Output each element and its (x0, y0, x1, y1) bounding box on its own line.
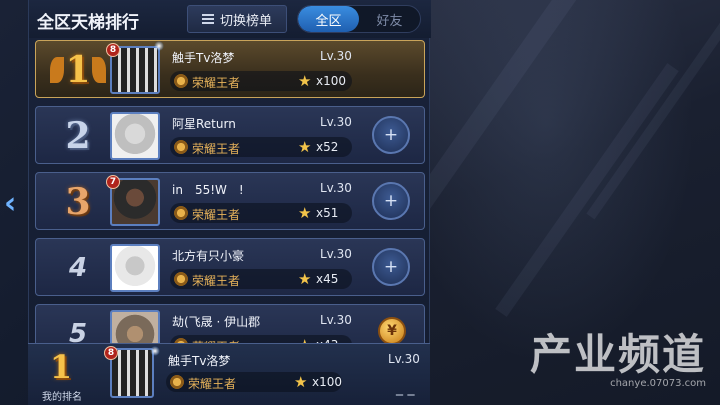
my-rank-number: 1 (49, 348, 73, 386)
my-extra-value: _ _ (396, 380, 415, 396)
player-level: Lv.30 (320, 313, 352, 327)
rank-badge: 3 (50, 179, 106, 225)
my-rank-bar: 1 我的排名 8 触手Tv洛梦 Lv.30 荣耀王者 ★ x100 _ _ (28, 343, 430, 405)
player-name: 劫(飞晟 · 伊山郡 (172, 315, 261, 329)
my-tier-box: 荣耀王者 ★ x100 (166, 372, 342, 392)
player-name: 触手Tv洛梦 (172, 51, 235, 65)
rank-badge: 1 (50, 47, 106, 93)
watermark: 产业频道 chanye.07073.com (530, 321, 706, 389)
tab-all-region[interactable]: 全区 (298, 6, 359, 32)
star-icon: ★ (298, 72, 312, 90)
king-tier-icon (170, 375, 184, 389)
star-count: x100 (316, 74, 347, 88)
panel-header: 全区天梯排行 切换榜单 全区 好友 (29, 0, 431, 38)
my-star-count: x100 (312, 375, 343, 389)
player-level: Lv.30 (320, 181, 352, 195)
king-tier-icon (174, 74, 188, 88)
my-player-name: 触手Tv洛梦 (168, 354, 231, 368)
star-count: x52 (316, 140, 339, 154)
my-rank-label: 我的排名 (42, 392, 82, 403)
player-name: 阿星Return (172, 117, 236, 131)
watermark-text: 产业频道 (529, 330, 706, 379)
star-count: x51 (316, 206, 339, 220)
tier-label: 荣耀王者 (192, 208, 241, 222)
player-level: Lv.30 (320, 49, 352, 63)
ranking-row[interactable]: 4 北方有只小豪 Lv.30 荣耀王者 ★ x45 + (35, 238, 425, 296)
rank-badge: 4 (50, 245, 106, 291)
tier-label: 荣耀王者 (192, 274, 241, 288)
switch-list-label: 切换榜单 (219, 13, 272, 29)
switch-list-button[interactable]: 切换榜单 (187, 5, 287, 33)
star-count: x45 (316, 272, 339, 286)
add-friend-icon[interactable]: + (372, 182, 410, 220)
tier-box: 荣耀王者 ★ x45 (170, 269, 352, 289)
star-icon: ★ (298, 204, 312, 222)
ranking-row[interactable]: 1 8 触手Tv洛梦 Lv.30 荣耀王者 ★ x100 (35, 40, 425, 98)
add-friend-icon[interactable]: + (372, 116, 410, 154)
ranking-row[interactable]: 3 7 in 55!W ! Lv.30 荣耀王者 ★ x51 + (35, 172, 425, 230)
gold-coin-icon[interactable]: ¥ (378, 317, 406, 345)
rank-number: 2 (65, 115, 91, 157)
avatar[interactable] (110, 244, 160, 292)
star-icon: ★ (294, 373, 308, 391)
my-player-level: Lv.30 (388, 352, 420, 366)
sparkle-effect (154, 41, 164, 51)
king-tier-icon (174, 272, 188, 286)
my-level-badge: 8 (104, 346, 118, 360)
player-name: 北方有只小豪 (172, 249, 245, 263)
page-title: 全区天梯排行 (37, 13, 139, 33)
tier-box: 荣耀王者 ★ x100 (170, 71, 352, 91)
player-level: Lv.30 (320, 115, 352, 129)
tier-box: 荣耀王者 ★ x51 (170, 203, 352, 223)
king-tier-icon (174, 206, 188, 220)
tier-label: 荣耀王者 (192, 76, 241, 90)
tier-label: 荣耀王者 (192, 142, 241, 156)
level-badge: 7 (106, 175, 120, 189)
rank-number: 3 (65, 181, 91, 223)
avatar[interactable] (110, 112, 160, 160)
rank-badge: 2 (50, 113, 106, 159)
list-icon (201, 14, 214, 24)
player-name: in 55!W ! (172, 183, 244, 197)
my-tier-label: 荣耀王者 (188, 377, 237, 391)
sparkle-effect (150, 346, 160, 356)
tier-box: 荣耀王者 ★ x52 (170, 137, 352, 157)
player-level: Lv.30 (320, 247, 352, 261)
ranking-row[interactable]: 2 阿星Return Lv.30 荣耀王者 ★ x52 + (35, 106, 425, 164)
rank-number: 4 (68, 253, 88, 283)
king-tier-icon (174, 140, 188, 154)
rank-number: 1 (65, 49, 91, 91)
add-friend-icon[interactable]: + (372, 248, 410, 286)
level-badge: 8 (106, 43, 120, 57)
star-icon: ★ (298, 270, 312, 288)
scope-toggle: 全区 好友 (297, 5, 421, 33)
tab-friends[interactable]: 好友 (359, 6, 420, 32)
star-icon: ★ (298, 138, 312, 156)
chevron-left-icon[interactable]: ‹ (4, 186, 22, 222)
my-rank-badge: 1 (38, 346, 84, 388)
